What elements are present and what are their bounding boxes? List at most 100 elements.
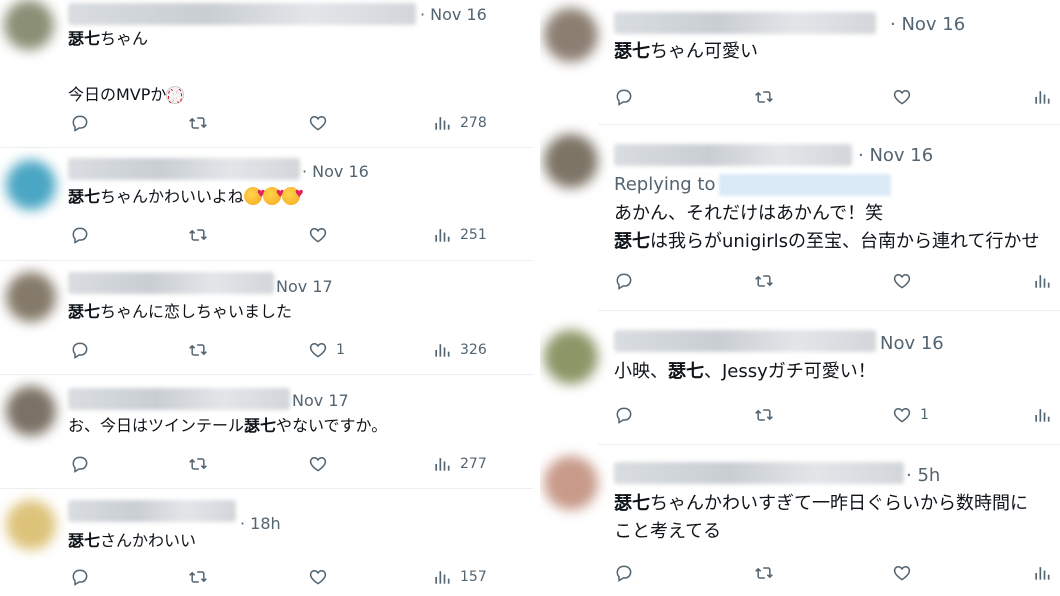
highlighted-name: 瑟七	[68, 302, 101, 321]
reply-button[interactable]	[614, 266, 634, 296]
views-count: 326	[460, 342, 487, 358]
views-button[interactable]	[1032, 558, 1052, 588]
blurred-username[interactable]	[68, 3, 416, 25]
reply-icon	[70, 454, 90, 474]
views-button[interactable]	[1032, 266, 1052, 296]
views-icon	[432, 567, 452, 587]
reply-button[interactable]	[70, 335, 90, 365]
tweet-text-segment: やないですか。	[276, 416, 388, 435]
tweet-timestamp[interactable]: · Nov 16	[890, 14, 965, 35]
like-button[interactable]: 1	[308, 335, 345, 365]
avatar[interactable]	[544, 134, 598, 188]
like-icon	[308, 113, 328, 133]
views-icon	[1032, 87, 1052, 107]
blurred-username[interactable]	[68, 158, 300, 180]
tweet-action-bar	[540, 558, 1060, 588]
like-button[interactable]	[892, 558, 912, 588]
tweet-text-segment: 小映、	[614, 361, 668, 382]
reply-button[interactable]	[70, 562, 90, 592]
views-button[interactable]	[1032, 82, 1052, 112]
avatar[interactable]	[544, 456, 598, 510]
reply-button[interactable]	[70, 449, 90, 479]
like-button[interactable]	[892, 266, 912, 296]
views-count: 277	[460, 456, 487, 472]
views-button[interactable]: 157	[432, 562, 487, 592]
blurred-username[interactable]	[68, 388, 290, 410]
like-button[interactable]	[308, 562, 328, 592]
reply-icon	[614, 87, 634, 107]
like-button[interactable]	[308, 449, 328, 479]
like-button[interactable]	[308, 108, 328, 138]
tweet-text: 瑟七ちゃんかわいすぎて一昨日ぐらいから数時間に	[614, 490, 1028, 518]
reply-button[interactable]	[70, 108, 90, 138]
highlighted-name: 瑟七	[614, 231, 650, 252]
avatar[interactable]	[544, 8, 598, 62]
tweet-timestamp[interactable]: · Nov 16	[420, 5, 487, 24]
tweet-text-segment: ちゃん可愛い	[650, 41, 758, 62]
views-button[interactable]: 278	[432, 108, 487, 138]
avatar[interactable]	[6, 160, 56, 210]
highlighted-name: 瑟七	[614, 41, 650, 62]
avatar[interactable]	[544, 330, 598, 384]
blurred-username[interactable]	[614, 12, 876, 34]
views-button[interactable]: 251	[432, 220, 487, 250]
like-icon	[892, 563, 912, 583]
highlighted-name: 瑟七	[68, 29, 101, 48]
views-button[interactable]	[1032, 400, 1052, 430]
tweet-action-bar: 278	[0, 108, 533, 138]
blurred-username[interactable]	[614, 330, 876, 352]
like-button[interactable]	[308, 220, 328, 250]
highlighted-name: 瑟七	[68, 531, 101, 550]
tweet-timestamp[interactable]: · 5h	[906, 465, 940, 486]
retweet-button[interactable]	[754, 400, 774, 430]
views-icon	[432, 225, 452, 245]
tweet-timestamp[interactable]: · Nov 16	[858, 145, 933, 166]
like-count: 1	[920, 407, 929, 423]
avatar[interactable]	[6, 386, 56, 436]
like-button[interactable]	[892, 82, 912, 112]
tweet-text: あかん、それだけはあかんで！笑	[614, 200, 883, 228]
retweet-button[interactable]	[188, 220, 208, 250]
avatar[interactable]	[6, 272, 56, 322]
blurred-username[interactable]	[68, 500, 236, 522]
views-button[interactable]: 326	[432, 335, 487, 365]
tweet-text: 瑟七さんかわいい	[68, 528, 196, 554]
avatar[interactable]	[6, 500, 56, 550]
blurred-reply-handle[interactable]	[719, 174, 892, 196]
reply-button[interactable]	[614, 400, 634, 430]
smiling-face-with-hearts-emoji-icon	[262, 182, 285, 208]
tweet-timestamp[interactable]: · 18h	[240, 514, 281, 533]
reply-icon	[70, 340, 90, 360]
like-icon	[892, 271, 912, 291]
retweet-button[interactable]	[754, 266, 774, 296]
retweet-button[interactable]	[188, 335, 208, 365]
retweet-button[interactable]	[754, 82, 774, 112]
blurred-username[interactable]	[614, 462, 904, 484]
views-button[interactable]: 277	[432, 449, 487, 479]
retweet-icon	[188, 340, 208, 360]
retweet-button[interactable]	[188, 562, 208, 592]
reply-button[interactable]	[614, 82, 634, 112]
tweet-timestamp[interactable]: Nov 17	[292, 391, 349, 410]
blurred-username[interactable]	[614, 144, 852, 166]
tweet-text-segment: ちゃんかわいいよね	[100, 187, 244, 206]
retweet-button[interactable]	[754, 558, 774, 588]
retweet-button[interactable]	[188, 449, 208, 479]
like-button[interactable]: 1	[892, 400, 929, 430]
tweet-text-segment: ちゃんに恋しちゃいました	[100, 302, 293, 321]
tweet-timestamp[interactable]: Nov 17	[276, 277, 333, 296]
retweet-icon	[188, 113, 208, 133]
tweet-action-bar	[540, 266, 1060, 296]
reply-button[interactable]	[614, 558, 634, 588]
reply-icon	[614, 563, 634, 583]
tweet-timestamp[interactable]: · Nov 16	[302, 162, 369, 181]
avatar[interactable]	[4, 0, 54, 50]
tweet-text: 瑟七ちゃん可愛い	[614, 38, 758, 66]
retweet-button[interactable]	[188, 108, 208, 138]
reply-button[interactable]	[70, 220, 90, 250]
like-icon	[308, 454, 328, 474]
tweet-action-bar: 1	[540, 400, 1060, 430]
tweet-timestamp[interactable]: Nov 16	[880, 333, 944, 354]
blurred-username[interactable]	[68, 272, 274, 294]
tweet-action-bar	[540, 82, 1060, 112]
